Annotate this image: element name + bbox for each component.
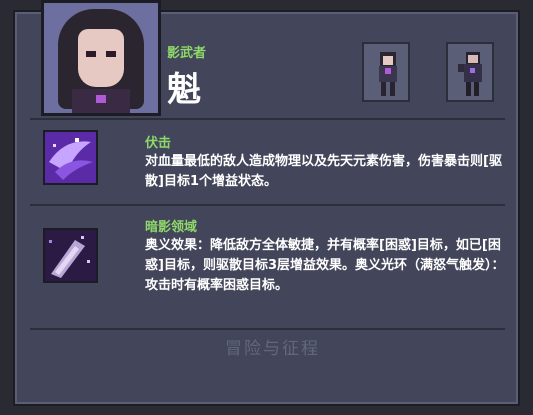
skill-name: 伏击 [145,136,172,151]
section-divider [30,328,505,330]
skill-row-ambush: 伏击 对血量最低的敌人造成物理以及先天元素伤害，伤害暴击则[驱散]目标1个增益状… [30,120,505,204]
shadow-domain-skill-icon [43,228,98,283]
skill-description: 奥义效果：降低敌方全体敏捷，并有概率[困惑]目标，如已[困惑]目标，则驱散目标3… [145,238,505,293]
skill-row-shadow-domain: 暗影领域 奥义效果：降低敌方全体敏捷，并有概率[困惑]目标，如已[困惑]目标，则… [30,206,505,328]
character-sprite-icon [379,52,397,96]
character-portrait [41,0,161,116]
character-sprite-icon [458,52,482,96]
portrait-eye-right [106,51,116,57]
skin-option-1[interactable] [362,42,410,102]
portrait-eye-left [86,51,96,57]
portrait-face [78,29,124,87]
game-logo-watermark: 冒险与征程 [225,339,320,359]
ambush-skill-icon [43,130,98,185]
portrait-gem [96,95,106,103]
character-class-label: 影武者 [167,46,207,61]
character-name: 魁 [167,70,202,110]
skin-option-2[interactable] [446,42,494,102]
skill-name: 暗影领域 [145,220,198,235]
skill-description: 对血量最低的敌人造成物理以及先天元素伤害，伤害暴击则[驱散]目标1个增益状态。 [145,154,502,189]
